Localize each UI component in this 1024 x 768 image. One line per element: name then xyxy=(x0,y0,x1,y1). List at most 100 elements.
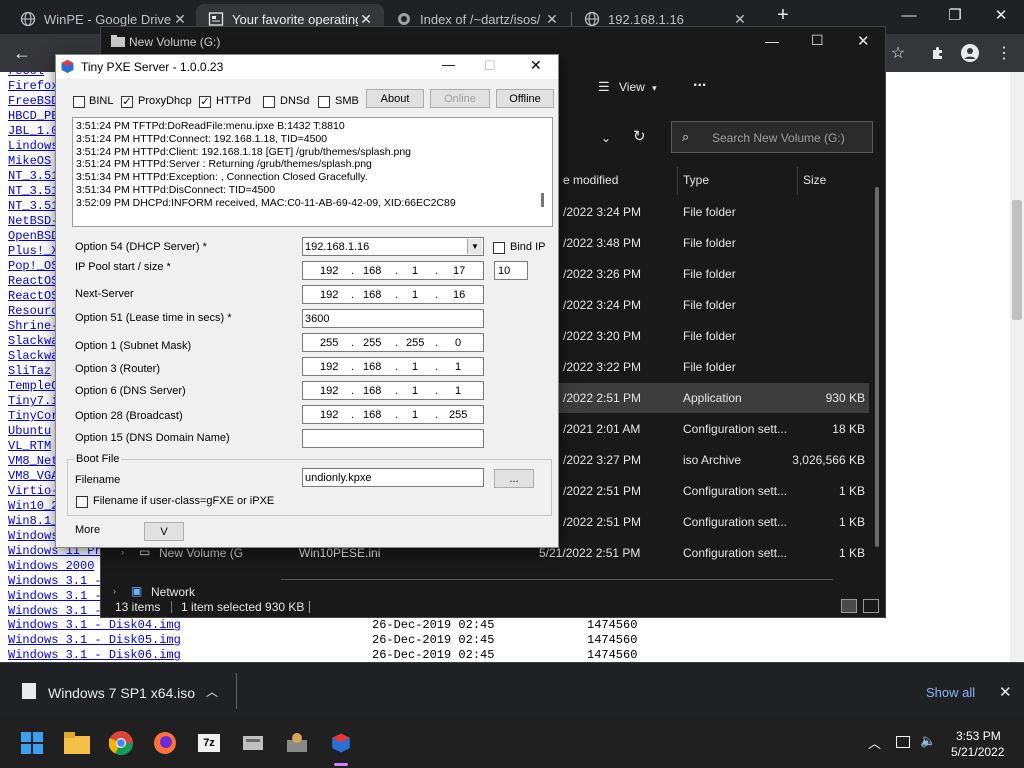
log-scroll-thumb[interactable] xyxy=(541,193,544,207)
listing-link[interactable]: NT_3.51 xyxy=(8,169,58,183)
listing-link[interactable]: Pop!_OS xyxy=(8,259,58,273)
explorer-close-icon[interactable]: ✕ xyxy=(857,32,870,50)
clock-time[interactable]: 3:53 PM xyxy=(956,729,1001,743)
explorer-file-row[interactable]: /2022 2:51 PM Application 930 KB xyxy=(557,383,869,413)
listing-link[interactable]: VM8_VGA xyxy=(8,469,58,483)
chevron-right-icon[interactable]: › xyxy=(121,547,124,557)
explorer-file-row[interactable]: /2022 3:20 PM File folder xyxy=(557,321,869,351)
userclass-checkbox[interactable] xyxy=(76,496,88,508)
listing-link[interactable]: VL_RTM xyxy=(8,439,51,453)
tab-close-icon[interactable]: ✕ xyxy=(732,11,748,28)
opt54-dropdown[interactable]: 192.168.1.16 ▼ xyxy=(302,237,484,256)
listing-link[interactable]: Tiny7.i xyxy=(8,394,58,408)
download-bar-close-icon[interactable]: ✕ xyxy=(999,683,1012,701)
listing-link[interactable]: Windows 3.1 - Disk05.img xyxy=(8,633,181,647)
pool-size-field[interactable]: 10 xyxy=(494,261,528,280)
show-all-link[interactable]: Show all xyxy=(926,685,975,700)
opt51-field[interactable]: 3600 xyxy=(302,309,484,328)
dnsd-checkbox[interactable] xyxy=(263,96,275,108)
refresh-icon[interactable]: ↻ xyxy=(633,127,646,145)
pxe-log-area[interactable]: 3:51:24 PM TFTPd:DoReadFile:menu.ipxe B:… xyxy=(72,117,553,227)
listing-link[interactable]: TinyCor xyxy=(8,409,58,423)
listing-link[interactable]: Windows 3.1 - xyxy=(8,574,102,588)
tiny-pxe-taskbar-icon[interactable] xyxy=(325,727,357,759)
listing-link[interactable]: Slackwa xyxy=(8,334,58,348)
listing-link[interactable]: Lindows xyxy=(8,139,58,153)
listing-link[interactable]: ReactOS xyxy=(8,289,58,303)
listing-link[interactable]: Virtio- xyxy=(8,484,58,498)
tab-close-icon[interactable]: ✕ xyxy=(544,11,560,28)
nav-network[interactable]: Network xyxy=(151,585,195,599)
listing-link[interactable]: OpenBSD xyxy=(8,229,58,243)
listing-link[interactable]: Firefox xyxy=(8,79,58,93)
listing-link[interactable]: JBL_1.0 xyxy=(8,124,58,138)
view-menu-button[interactable]: ☰ View ▾ xyxy=(598,79,657,95)
page-scrollbar-thumb[interactable] xyxy=(1012,200,1022,320)
listing-link[interactable]: Windows 2000 xyxy=(8,559,94,573)
tray-monitor-icon[interactable] xyxy=(896,736,910,748)
more-button[interactable]: V xyxy=(144,522,184,541)
explorer-minimize-icon[interactable]: — xyxy=(765,33,779,49)
listing-link[interactable]: Win10_2 xyxy=(8,499,58,513)
chrome-taskbar-icon[interactable] xyxy=(105,727,137,759)
explorer-file-row[interactable]: /2022 2:51 PM Configuration sett... 1 KB xyxy=(557,507,869,537)
tab-close-icon[interactable]: ✕ xyxy=(172,11,188,28)
dropdown-arrow-icon[interactable]: ▼ xyxy=(467,239,482,254)
explorer-file-row[interactable]: /2022 3:22 PM File folder xyxy=(557,352,869,382)
browse-button[interactable]: ... xyxy=(494,469,534,488)
listing-link[interactable]: TempleO xyxy=(8,379,58,393)
explorer-file-row[interactable]: /2022 3:48 PM File folder xyxy=(557,228,869,258)
proxydhcp-checkbox[interactable]: ✓ xyxy=(121,96,133,108)
explorer-file-row[interactable]: /2022 3:24 PM File folder xyxy=(557,290,869,320)
tray-chevron-up-icon[interactable]: ︿ xyxy=(868,733,881,752)
opt15-field[interactable] xyxy=(302,429,484,448)
clock-date[interactable]: 5/21/2022 xyxy=(951,745,1004,759)
disk-tool-taskbar-icon[interactable] xyxy=(237,727,269,759)
smb-checkbox[interactable] xyxy=(318,96,330,108)
listing-link[interactable]: Plus!_X xyxy=(8,244,58,258)
offline-button[interactable]: Offline xyxy=(496,89,554,108)
windows-start-icon[interactable] xyxy=(16,727,48,759)
opt1-field[interactable]: 255. 255. 255. 0 xyxy=(302,333,484,352)
file-explorer-taskbar-icon[interactable] xyxy=(61,727,93,759)
volume-icon[interactable]: 🔈 xyxy=(920,733,936,749)
explorer-file-row[interactable]: /2022 2:51 PM Configuration sett... 1 KB xyxy=(557,476,869,506)
explorer-file-row[interactable]: /2021 2:01 AM Configuration sett... 18 KB xyxy=(557,414,869,444)
extensions-puzzle-icon[interactable] xyxy=(924,39,952,67)
tab-close-icon[interactable]: ✕ xyxy=(358,11,374,28)
opt6-field[interactable]: 192. 168. 1. 1 xyxy=(302,381,484,400)
chevron-up-icon[interactable]: ︿ xyxy=(206,683,218,700)
profile-avatar-icon[interactable] xyxy=(956,39,984,67)
column-type[interactable]: Type xyxy=(683,173,709,187)
firefox-taskbar-icon[interactable] xyxy=(149,727,181,759)
listing-link[interactable]: Shrine- xyxy=(8,319,58,333)
listing-link[interactable]: Ubuntu xyxy=(8,424,51,438)
listing-link[interactable]: VM8_Net xyxy=(8,454,58,468)
chrome-restore-icon[interactable]: ❐ xyxy=(932,0,978,30)
explorer-vertical-scrollbar[interactable] xyxy=(875,187,879,547)
next-server-field[interactable]: 192. 168. 1. 16 xyxy=(302,285,484,304)
listing-link[interactable]: Windows xyxy=(8,529,58,543)
opt28-field[interactable]: 192. 168. 1. 255 xyxy=(302,405,484,424)
listing-link[interactable]: Windows 3.1 - Disk04.img xyxy=(8,618,181,632)
listing-link[interactable]: MikeOS xyxy=(8,154,51,168)
horizontal-scrollbar[interactable] xyxy=(281,579,833,585)
7zip-taskbar-icon[interactable]: 7z xyxy=(193,727,225,759)
chrome-close-icon[interactable]: ✕ xyxy=(978,0,1024,30)
explorer-file-row[interactable]: /2022 3:26 PM File folder xyxy=(557,259,869,289)
explorer-file-row[interactable]: /2022 3:27 PM iso Archive 3,026,566 KB xyxy=(557,445,869,475)
chevron-right-icon[interactable]: › xyxy=(113,586,116,596)
details-view-icon[interactable] xyxy=(841,599,857,613)
listing-link[interactable]: ReactOS xyxy=(8,274,58,288)
pool-ip-field[interactable]: 192. 168. 1. 17 xyxy=(302,261,484,280)
binl-checkbox[interactable] xyxy=(73,96,85,108)
listing-link[interactable]: Windows 3.1 - Disk06.img xyxy=(8,648,181,662)
opt3-field[interactable]: 192. 168. 1. 1 xyxy=(302,357,484,376)
column-size[interactable]: Size xyxy=(803,173,826,187)
column-date-modified[interactable]: e modified xyxy=(563,173,618,187)
listing-link[interactable]: NT_3.51 xyxy=(8,199,58,213)
more-options-button[interactable]: ... xyxy=(693,73,706,91)
nav-new-volume[interactable]: New Volume (G xyxy=(159,546,243,560)
tiles-view-icon[interactable] xyxy=(863,599,879,613)
pxe-minimize-icon[interactable]: — xyxy=(442,57,455,72)
